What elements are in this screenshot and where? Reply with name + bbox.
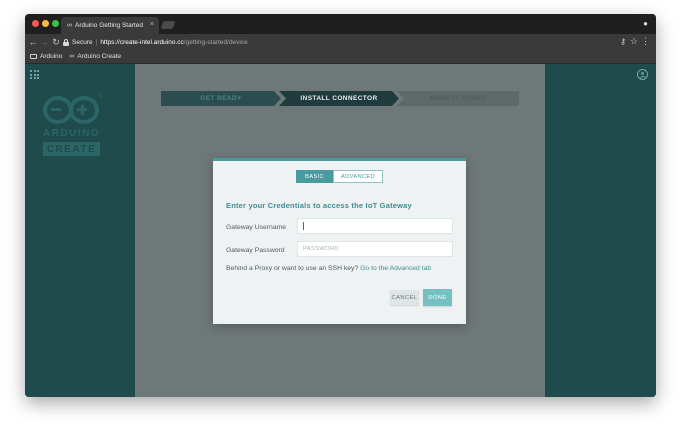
- bookmark-star-icon[interactable]: ☆: [630, 36, 638, 47]
- tab-advanced[interactable]: ADVANCED: [333, 170, 383, 183]
- minimize-window-button[interactable]: [42, 20, 49, 27]
- tab-close-icon[interactable]: ×: [150, 21, 154, 28]
- browser-window: ∞ Arduino Getting Started × ● ← → ↻ Secu…: [25, 14, 656, 397]
- key-icon[interactable]: ⚷: [620, 37, 626, 46]
- bookmark-arduino[interactable]: Arduino: [30, 53, 62, 60]
- close-window-button[interactable]: [32, 20, 39, 27]
- reload-icon[interactable]: ↻: [51, 37, 61, 47]
- url-path: /getting-started/device: [183, 38, 248, 46]
- arduino-logo-mark: ®: [43, 94, 103, 126]
- cancel-button[interactable]: CANCEL: [390, 290, 419, 305]
- url-separator: |: [95, 38, 98, 46]
- logo-create-badge: CREATE: [43, 142, 100, 156]
- arduino-infinity-icon: ∞: [67, 22, 72, 29]
- tab-strip: ∞ Arduino Getting Started × ●: [25, 14, 656, 34]
- lock-icon: [63, 38, 69, 46]
- bookmarks-bar: Arduino ∞ Arduino Create: [25, 50, 656, 64]
- tab-title: Arduino Getting Started: [75, 22, 143, 29]
- gateway-password-input[interactable]: PASSWORD: [297, 241, 453, 257]
- browser-toolbar: ← → ↻ Secure | https://create-intel.ardu…: [25, 34, 656, 50]
- main-area: GET READY INSTALL CONNECTOR MAKE IT YOUR…: [135, 64, 545, 397]
- step-make-it-yours: MAKE IT YOURS: [397, 91, 519, 106]
- text-caret: [303, 222, 304, 230]
- apps-grid-icon[interactable]: [30, 70, 39, 79]
- bookmark-label: Arduino Create: [77, 53, 122, 60]
- browser-tab[interactable]: ∞ Arduino Getting Started ×: [61, 17, 159, 34]
- gateway-username-input[interactable]: [297, 218, 453, 234]
- arduino-create-logo: ® ARDUINO CREATE: [43, 94, 103, 156]
- back-arrow-icon[interactable]: ←: [28, 37, 38, 47]
- proxy-text: Behind a Proxy or want to use an SSH key…: [226, 265, 361, 272]
- password-label: Gateway Password: [226, 247, 285, 254]
- credentials-dialog: BASIC ADVANCED Enter your Credentials to…: [213, 158, 466, 324]
- left-sidebar: ® ARDUINO CREATE: [25, 64, 135, 397]
- logo-word: ARDUINO: [43, 128, 101, 139]
- new-tab-button[interactable]: [160, 21, 176, 29]
- right-sidebar: [545, 64, 656, 397]
- folder-icon: [30, 54, 37, 59]
- bookmark-arduino-create[interactable]: ∞ Arduino Create: [69, 53, 121, 60]
- infinity-icon: ∞: [69, 53, 75, 60]
- bookmark-label: Arduino: [40, 53, 63, 60]
- forward-arrow-icon[interactable]: →: [39, 37, 49, 47]
- password-placeholder: PASSWORD: [303, 246, 339, 252]
- progress-steps: GET READY INSTALL CONNECTOR MAKE IT YOUR…: [161, 91, 519, 106]
- dialog-heading: Enter your Credentials to access the IoT…: [226, 201, 412, 210]
- address-bar[interactable]: Secure | https://create-intel.arduino.cc…: [63, 36, 628, 48]
- secure-label: Secure: [72, 38, 93, 46]
- dialog-accent-bar: [213, 158, 466, 161]
- mode-tabs: BASIC ADVANCED: [296, 170, 383, 183]
- incognito-profile-icon[interactable]: ●: [641, 19, 650, 28]
- user-account-icon[interactable]: [637, 69, 648, 80]
- page-content: ® ARDUINO CREATE GET READY INSTALL CONNE…: [25, 64, 656, 397]
- done-button[interactable]: DONE: [423, 289, 452, 306]
- tab-basic[interactable]: BASIC: [296, 170, 333, 183]
- step-install-connector: INSTALL CONNECTOR: [279, 91, 399, 106]
- url-host: https://create-intel.arduino.cc: [100, 38, 184, 46]
- proxy-hint: Behind a Proxy or want to use an SSH key…: [226, 265, 431, 272]
- advanced-tab-link[interactable]: Go to the Advanced tab: [360, 265, 431, 272]
- username-label: Gateway Username: [226, 224, 287, 231]
- browser-menu-icon[interactable]: ⋮: [641, 36, 650, 47]
- maximize-window-button[interactable]: [52, 20, 59, 27]
- step-get-ready: GET READY: [161, 91, 281, 106]
